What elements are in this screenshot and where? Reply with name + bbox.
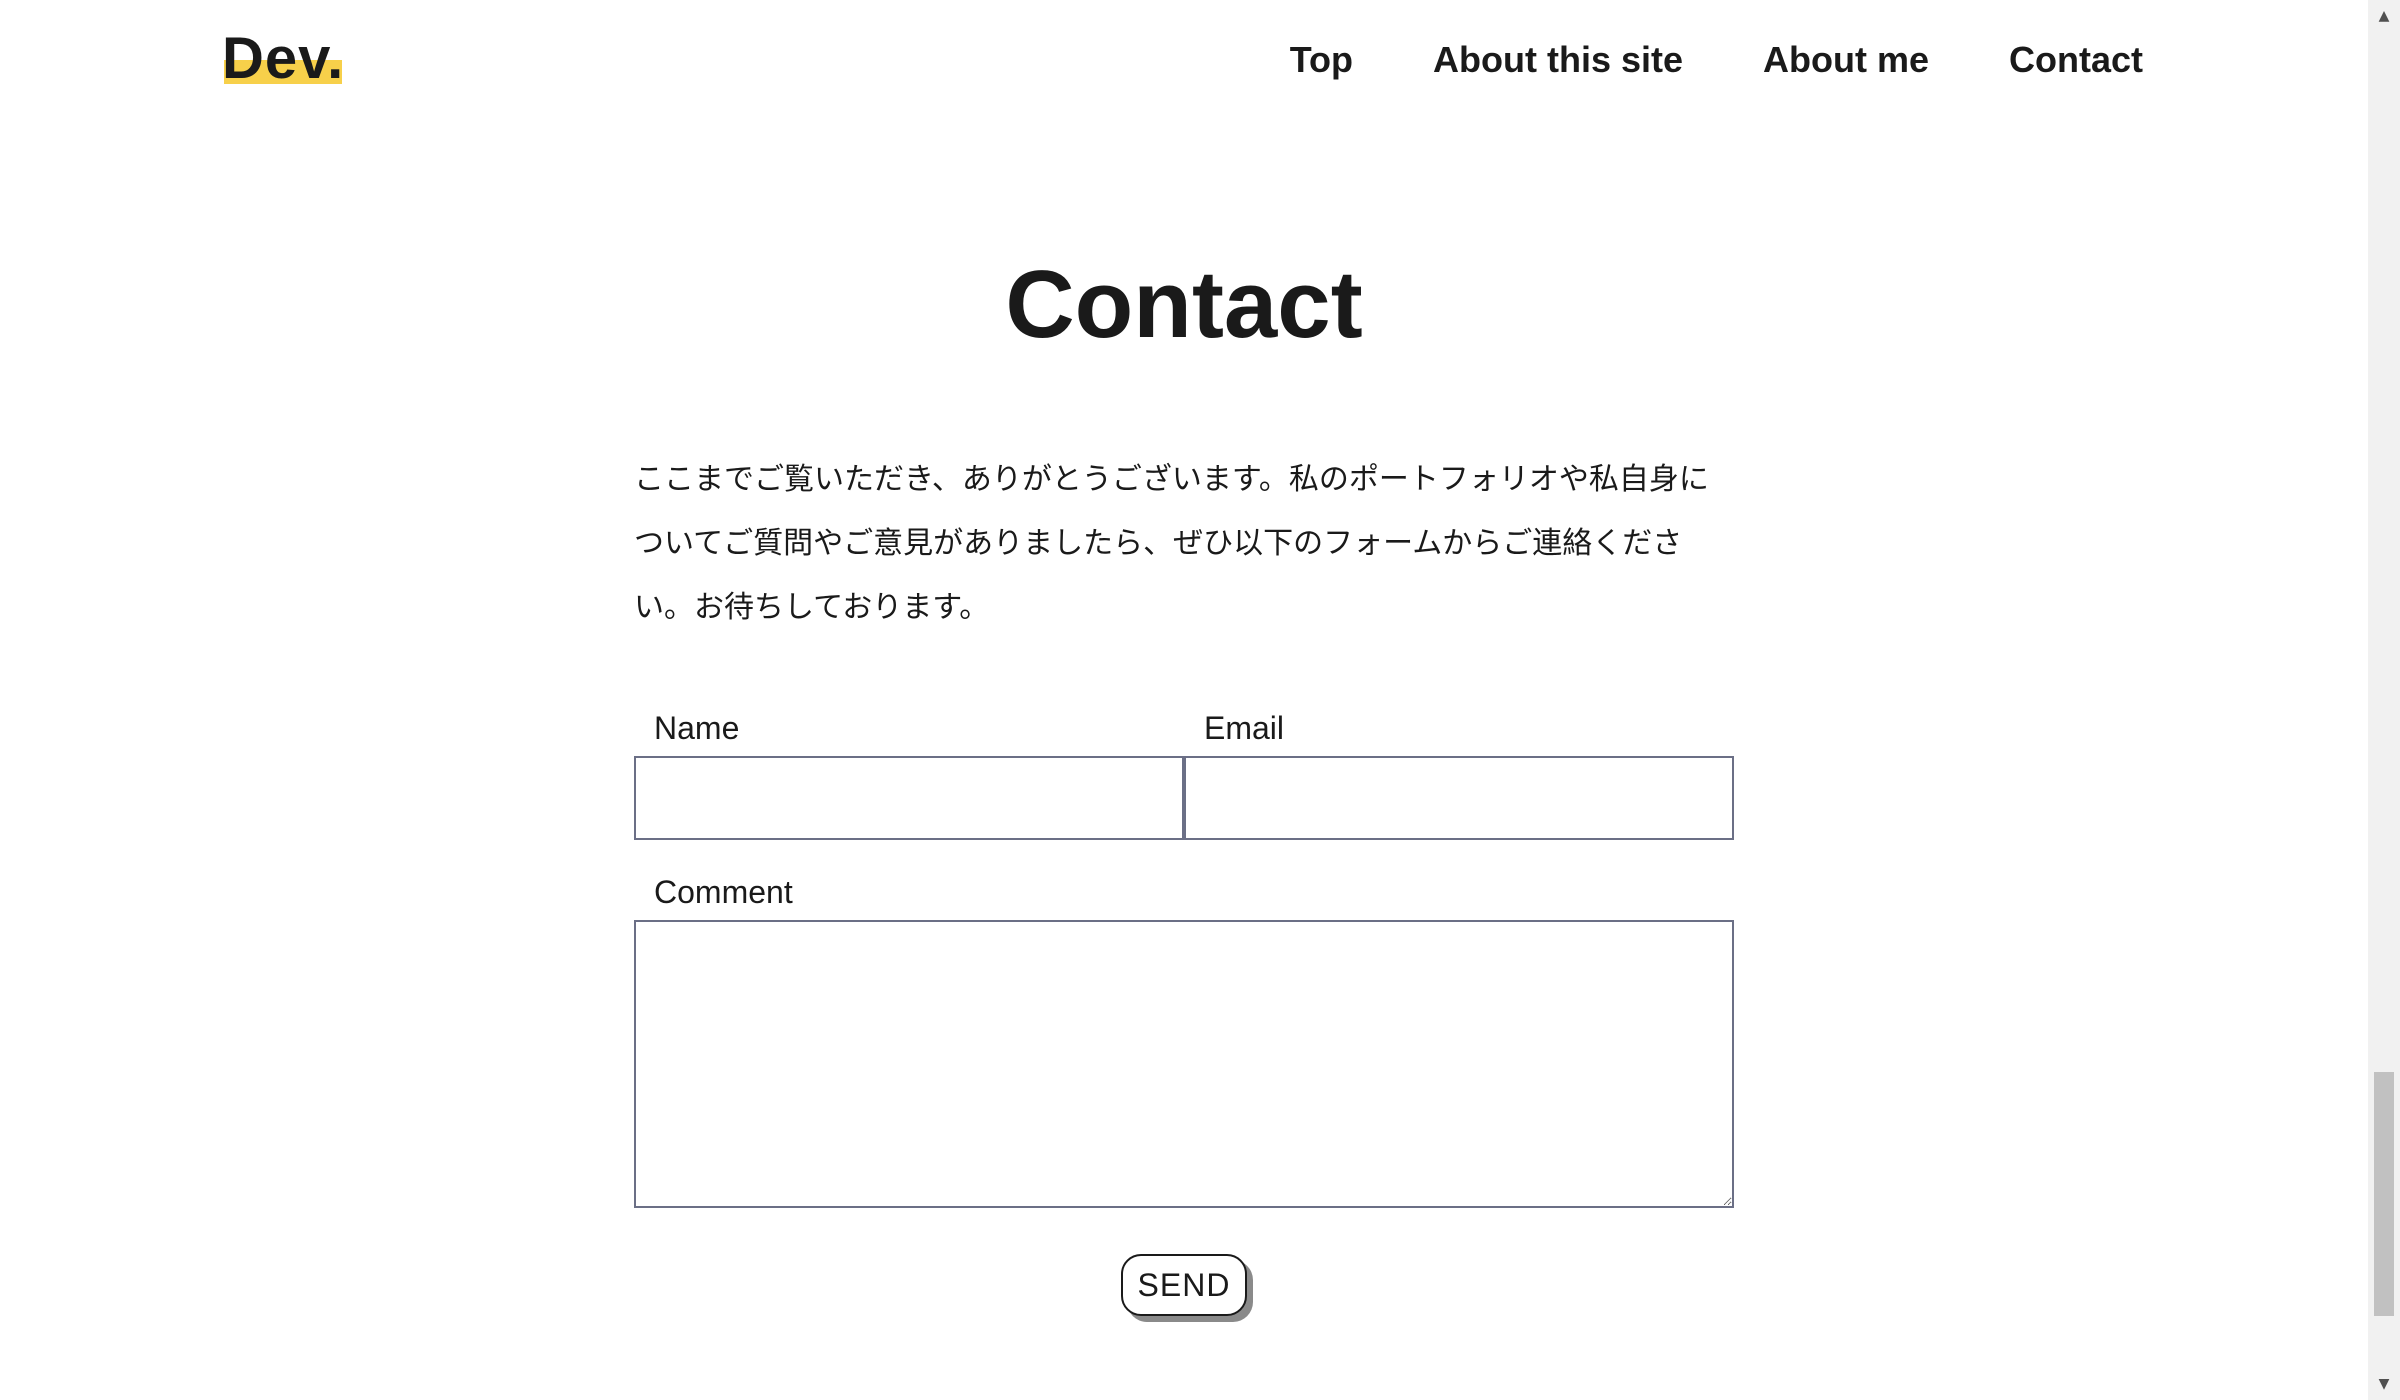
nav-link-about-me[interactable]: About me: [1763, 39, 1929, 81]
scroll-thumb[interactable]: [2374, 1072, 2394, 1316]
contact-form: Name Email Comment SEND: [634, 700, 1734, 1316]
site-header: Dev. Top About this site About me Contac…: [0, 0, 2368, 120]
send-wrapper: SEND: [634, 1254, 1734, 1316]
contact-section: Contact ここまでご覧いただき、ありがとうございます。私のポートフォリオや…: [634, 230, 1734, 640]
comment-label: Comment: [654, 874, 793, 910]
intro-text: ここまでご覧いただき、ありがとうございます。私のポートフォリオや私自身についてご…: [634, 462, 1709, 625]
name-input[interactable]: [634, 756, 1184, 840]
logo-text: Dev.: [222, 26, 345, 91]
triangle-up-icon: ▲: [2378, 8, 2390, 24]
send-button[interactable]: SEND: [1121, 1254, 1247, 1316]
scroll-up-button[interactable]: ▲: [2368, 0, 2400, 32]
scroll-down-button[interactable]: ▼: [2368, 1368, 2400, 1400]
email-label: Email: [1204, 710, 1285, 746]
email-input[interactable]: [1184, 756, 1734, 840]
email-field-group: Email: [1184, 700, 1734, 840]
comment-textarea[interactable]: [634, 920, 1734, 1208]
name-field-group: Name: [634, 700, 1184, 840]
page-title: Contact: [1005, 251, 1363, 358]
vertical-scrollbar[interactable]: ▲ ▼: [2368, 0, 2400, 1400]
page-viewport: Dev. Top About this site About me Contac…: [0, 0, 2368, 1400]
nav-link-contact[interactable]: Contact: [2009, 39, 2143, 81]
main-nav: Top About this site About me Contact: [1290, 30, 2143, 90]
nav-link-about-this-site[interactable]: About this site: [1433, 39, 1683, 81]
comment-field-group: Comment: [634, 864, 1734, 1208]
nav-link-top[interactable]: Top: [1290, 39, 1353, 81]
name-label: Name: [654, 710, 740, 746]
triangle-down-icon: ▼: [2378, 1376, 2390, 1392]
site-logo[interactable]: Dev.: [222, 24, 344, 94]
name-email-row: Name Email: [634, 700, 1734, 840]
